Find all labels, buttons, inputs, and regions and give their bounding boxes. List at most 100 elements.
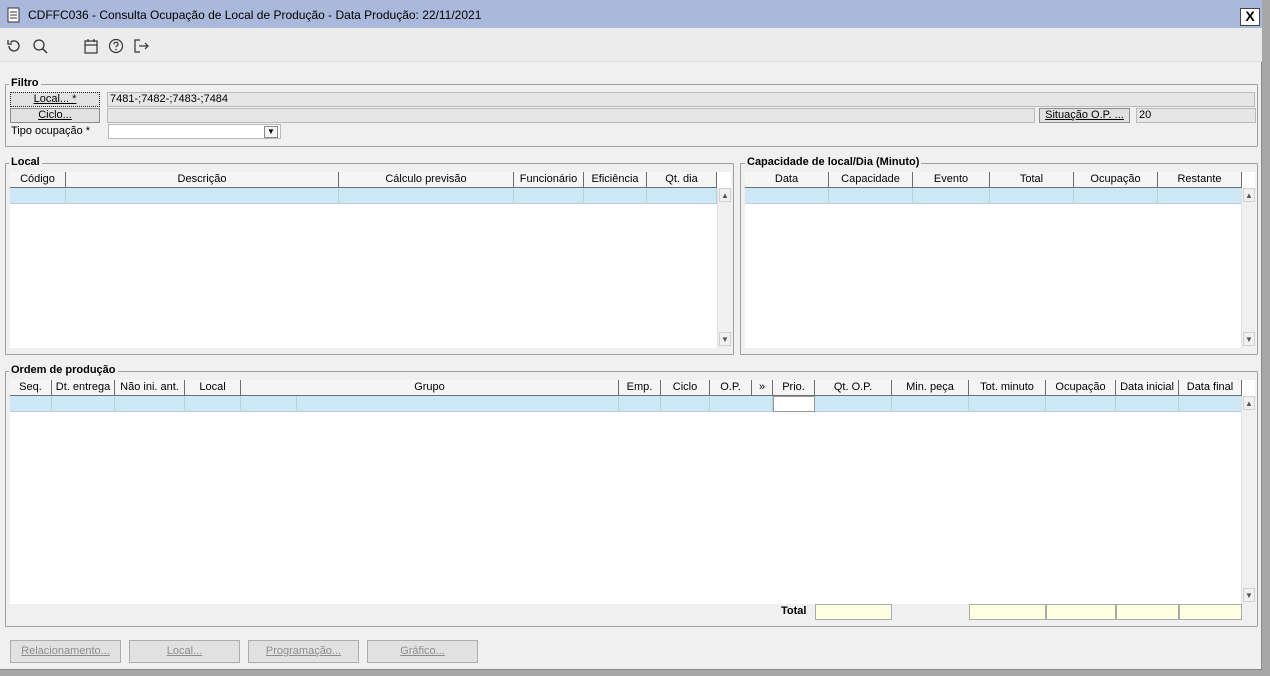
total-data-inicial [1116, 604, 1179, 620]
op-col-tot-minuto[interactable]: Tot. minuto [969, 380, 1046, 396]
tipo-ocupacao-select[interactable] [108, 124, 281, 139]
op-col-dt-entrega[interactable]: Dt. entrega [52, 380, 115, 396]
scroll-up-icon[interactable]: ▲ [1243, 188, 1255, 202]
programacao-button-label: Programação... [265, 645, 342, 657]
cap-col-restante[interactable]: Restante [1158, 172, 1242, 188]
table-row[interactable] [661, 396, 710, 412]
toolbar [0, 28, 1262, 62]
cap-col-total[interactable]: Total [990, 172, 1074, 188]
table-row[interactable] [710, 396, 773, 412]
table-row[interactable] [1046, 396, 1116, 412]
local-col-codigo[interactable]: Código [10, 172, 66, 188]
table-row[interactable] [52, 396, 115, 412]
help-icon[interactable] [108, 38, 124, 54]
ciclo-button[interactable]: Ciclo... [10, 108, 100, 123]
table-row[interactable] [1179, 396, 1242, 412]
local-button-label: Local... * [33, 93, 77, 105]
ciclo-field[interactable] [107, 108, 1035, 123]
op-col-grupo[interactable]: Grupo [241, 380, 619, 396]
cap-col-data[interactable]: Data [745, 172, 829, 188]
local-field[interactable]: 7481-;7482-;7483-;7484 [107, 92, 1255, 107]
op-col-nao-ini[interactable]: Não ini. ant. [115, 380, 185, 396]
op-col-prio[interactable]: Prio. [773, 380, 815, 396]
grafico-button[interactable]: Gráfico... [367, 640, 478, 663]
op-col-seq[interactable]: Seq. [10, 380, 52, 396]
capacidade-title: Capacidade de local/Dia (Minuto) [745, 156, 922, 168]
table-row[interactable] [10, 396, 52, 412]
table-row[interactable] [647, 188, 717, 204]
local-col-funcionario[interactable]: Funcionário [514, 172, 584, 188]
table-row[interactable] [115, 396, 185, 412]
cap-col-capacidade[interactable]: Capacidade [829, 172, 913, 188]
op-col-expand[interactable]: » [752, 380, 773, 396]
table-row[interactable] [773, 396, 815, 412]
exit-icon[interactable] [133, 38, 149, 54]
local-scrollbar[interactable]: ▲ ▼ [717, 188, 731, 348]
table-row[interactable] [969, 396, 1046, 412]
programacao-button[interactable]: Programação... [248, 640, 359, 663]
op-col-qt-op[interactable]: Qt. O.P. [815, 380, 892, 396]
refresh-icon[interactable] [6, 38, 22, 54]
table-row[interactable] [619, 396, 661, 412]
main-window: CDFFC036 - Consulta Ocupação de Local de… [0, 0, 1262, 670]
capacidade-scrollbar[interactable]: ▲ ▼ [1241, 188, 1255, 348]
table-row[interactable] [10, 188, 66, 204]
calendar-icon[interactable] [83, 38, 99, 54]
table-row[interactable] [745, 188, 829, 204]
op-col-ciclo[interactable]: Ciclo [661, 380, 710, 396]
table-row[interactable] [1116, 396, 1179, 412]
scroll-down-icon[interactable]: ▼ [719, 332, 731, 346]
search-icon[interactable] [32, 38, 48, 54]
ordem-scrollbar[interactable]: ▲ ▼ [1241, 396, 1255, 604]
table-row[interactable] [1074, 188, 1158, 204]
ordem-title: Ordem de produção [9, 364, 118, 376]
table-row[interactable] [241, 396, 297, 412]
total-ocupacao [1046, 604, 1116, 620]
scroll-down-icon[interactable]: ▼ [1243, 588, 1255, 602]
scroll-up-icon[interactable]: ▲ [719, 188, 731, 202]
op-col-data-inicial[interactable]: Data inicial [1116, 380, 1179, 396]
local-col-descricao[interactable]: Descrição [66, 172, 339, 188]
ordem-grid[interactable] [10, 380, 1255, 604]
table-row[interactable] [185, 396, 241, 412]
local-col-eficiencia[interactable]: Eficiência [584, 172, 647, 188]
table-row[interactable] [297, 396, 619, 412]
local-col-qtdia[interactable]: Qt. dia [647, 172, 717, 188]
relacionamento-button-label: Relacionamento... [21, 645, 110, 657]
relacionamento-button[interactable]: Relacionamento... [10, 640, 121, 663]
situacao-op-button-label: Situação O.P. ... [1045, 109, 1124, 121]
local-col-calculo[interactable]: Cálculo previsão [339, 172, 514, 188]
table-row[interactable] [339, 188, 514, 204]
scroll-up-icon[interactable]: ▲ [1243, 396, 1255, 410]
op-col-data-final[interactable]: Data final [1179, 380, 1242, 396]
grafico-button-label: Gráfico... [400, 645, 445, 657]
table-row[interactable] [990, 188, 1074, 204]
op-col-min-peca[interactable]: Min. peça [892, 380, 969, 396]
table-row[interactable] [66, 188, 339, 204]
op-col-local[interactable]: Local [185, 380, 241, 396]
ciclo-button-label: Ciclo... [38, 109, 72, 121]
situacao-op-button[interactable]: Situação O.P. ... [1039, 108, 1130, 123]
close-button[interactable]: X [1240, 8, 1260, 26]
local-title: Local [9, 156, 42, 168]
local-button[interactable]: Local... * [10, 92, 100, 107]
table-row[interactable] [892, 396, 969, 412]
situacao-op-field[interactable]: 20 [1136, 108, 1256, 123]
op-col-ocupacao[interactable]: Ocupação [1046, 380, 1116, 396]
total-qt-op [815, 604, 892, 620]
table-row[interactable] [514, 188, 584, 204]
chevron-down-icon[interactable]: ▼ [264, 126, 278, 138]
total-label: Total [781, 605, 807, 617]
local-bottom-button[interactable]: Local... [129, 640, 240, 663]
table-row[interactable] [815, 396, 892, 412]
op-col-op[interactable]: O.P. [710, 380, 752, 396]
scroll-down-icon[interactable]: ▼ [1243, 332, 1255, 346]
document-icon [7, 7, 20, 23]
table-row[interactable] [584, 188, 647, 204]
table-row[interactable] [913, 188, 990, 204]
cap-col-evento[interactable]: Evento [913, 172, 990, 188]
cap-col-ocupacao[interactable]: Ocupação [1074, 172, 1158, 188]
table-row[interactable] [829, 188, 913, 204]
table-row[interactable] [1158, 188, 1242, 204]
op-col-emp[interactable]: Emp. [619, 380, 661, 396]
